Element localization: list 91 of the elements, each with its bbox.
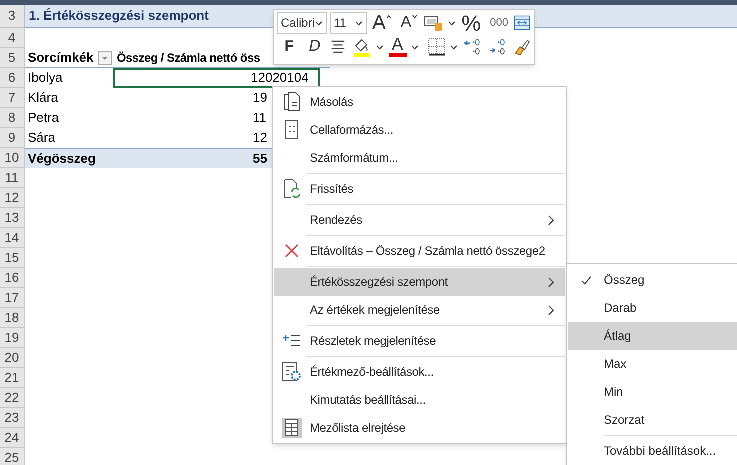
copy-icon: [283, 92, 301, 112]
borders-icon[interactable]: [428, 38, 446, 56]
row-number[interactable]: 22: [0, 388, 25, 408]
row-number[interactable]: 10: [0, 148, 25, 168]
row-number[interactable]: 20: [0, 348, 25, 368]
menu-item[interactable]: Kimutatás beállításai...: [274, 386, 565, 414]
center-align-icon[interactable]: [330, 39, 347, 55]
row-number[interactable]: 25: [0, 448, 25, 465]
font-size-field[interactable]: 11: [330, 12, 367, 34]
row-number[interactable]: 23: [0, 408, 25, 428]
chevron-down-icon[interactable]: [448, 20, 456, 26]
row-number[interactable]: 5: [0, 48, 25, 68]
caret-up-icon: [386, 15, 392, 19]
field-settings-icon: [282, 362, 302, 382]
row-number[interactable]: 15: [0, 248, 25, 268]
thousands-button[interactable]: 000: [487, 12, 512, 34]
row-number[interactable]: 21: [0, 368, 25, 388]
menu-item[interactable]: Cellaformázás...: [274, 116, 565, 144]
row-number[interactable]: 7: [0, 88, 25, 108]
percent-button[interactable]: %: [458, 12, 484, 34]
submenu-item[interactable]: Max: [568, 350, 737, 378]
cell-value: 12: [253, 129, 268, 148]
cell-value: 55: [253, 150, 268, 168]
chevron-down-icon[interactable]: [376, 44, 384, 50]
refresh-icon: [283, 179, 301, 199]
cell-value: 19: [253, 89, 268, 108]
submenu-item[interactable]: Min: [568, 378, 737, 406]
row-number[interactable]: 24: [0, 428, 25, 448]
font-name-field[interactable]: Calibri: [277, 12, 328, 34]
chevron-right-icon: [548, 276, 555, 288]
row-number[interactable]: 19: [0, 328, 25, 348]
chevron-right-icon: [548, 304, 555, 316]
row-number[interactable]: 17: [0, 288, 25, 308]
cell-styles-icon[interactable]: [424, 14, 444, 32]
increase-font-button[interactable]: A: [370, 12, 395, 34]
row-number[interactable]: 14: [0, 228, 25, 248]
row-number[interactable]: 6: [0, 68, 25, 88]
row-label: Petra: [28, 109, 60, 128]
row-label: Végösszeg: [28, 150, 96, 168]
menu-item[interactable]: Részletek megjelenítése: [274, 327, 565, 355]
row-number[interactable]: 18: [0, 308, 25, 328]
row-number[interactable]: 16: [0, 268, 25, 288]
chevron-right-icon: [548, 214, 555, 226]
chevron-down-icon[interactable]: [354, 20, 363, 26]
row-number[interactable]: 4: [0, 28, 25, 48]
field-list-icon: [282, 418, 302, 438]
caret-down-icon: [412, 15, 418, 19]
font-color-button[interactable]: A: [388, 37, 407, 57]
row-label: Ibolya: [28, 69, 63, 88]
row-number[interactable]: 9: [0, 128, 25, 148]
menu-item[interactable]: Értékmező-beállítások...: [274, 358, 565, 386]
increase-decimal-icon[interactable]: [488, 37, 508, 57]
row-number[interactable]: 12: [0, 188, 25, 208]
menu-item[interactable]: Másolás: [274, 88, 565, 116]
submenu-item[interactable]: Szorzat: [568, 406, 737, 434]
menu-item[interactable]: Számformátum...: [274, 144, 565, 172]
menu-item[interactable]: Értékösszegzési szempont: [274, 268, 565, 296]
column-header: Sorcímkék: [28, 48, 94, 67]
add-list-icon: [283, 334, 301, 348]
submenu-item[interactable]: Összeg: [568, 266, 737, 294]
row-number[interactable]: 8: [0, 108, 25, 128]
cell-value: 12020104: [251, 70, 309, 85]
menu-item[interactable]: Az értékek megjelenítése: [274, 296, 565, 324]
menu-item[interactable]: Eltávolítás – Összeg / Számla nettó összege2: [274, 237, 565, 265]
menu-item[interactable]: Mezőlista elrejtése: [274, 414, 565, 442]
row-number[interactable]: 3: [0, 5, 25, 28]
paintbrush-icon[interactable]: [512, 37, 531, 57]
menu-item[interactable]: Frissítés: [274, 175, 565, 203]
row-label: Klára: [28, 89, 58, 108]
menu-item[interactable]: Rendezés: [274, 206, 565, 234]
chevron-down-icon[interactable]: [315, 20, 324, 26]
column-header: Összeg / Számla nettó öss: [117, 50, 260, 67]
format-cells-icon: [285, 120, 299, 140]
bold-button[interactable]: F: [279, 36, 300, 58]
submenu-item[interactable]: Darab: [568, 294, 737, 322]
section-title: 1. Értékösszegzési szempont: [29, 7, 209, 26]
cell-value: 11: [253, 109, 266, 128]
decrease-decimal-icon[interactable]: [462, 37, 483, 57]
chevron-down-icon[interactable]: [450, 44, 458, 50]
close-icon: [284, 243, 300, 259]
filter-dropdown-icon[interactable]: [98, 50, 112, 64]
row-number[interactable]: 13: [0, 208, 25, 228]
decrease-font-button[interactable]: A: [398, 12, 421, 34]
row-number[interactable]: 11: [0, 168, 25, 188]
submenu-item[interactable]: Átlag: [568, 322, 737, 350]
italic-button[interactable]: D: [304, 36, 326, 58]
fill-color-icon[interactable]: [352, 37, 372, 57]
row-label: Sára: [28, 129, 56, 148]
chevron-down-icon[interactable]: [410, 44, 419, 50]
submenu-item[interactable]: További beállítások...: [568, 437, 737, 465]
merge-center-icon[interactable]: [514, 13, 531, 33]
